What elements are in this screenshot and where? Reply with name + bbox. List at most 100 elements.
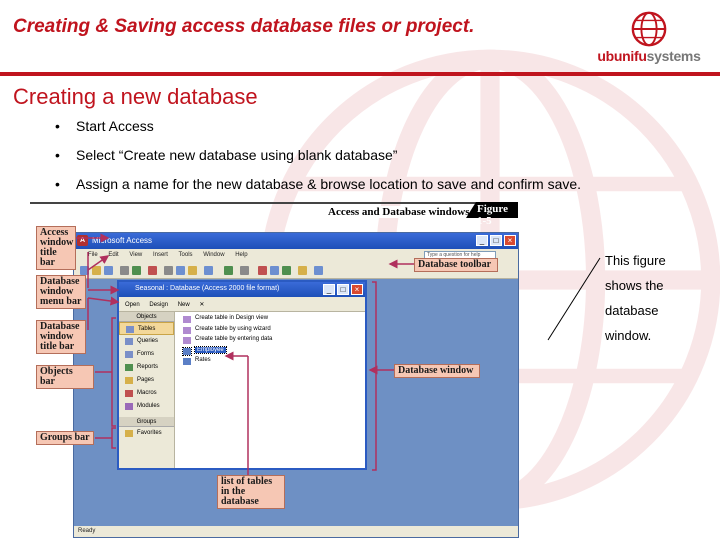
- open-button[interactable]: Open: [125, 302, 140, 308]
- office-links-icon[interactable]: [224, 266, 233, 275]
- new-icon[interactable]: [80, 266, 89, 275]
- objects-header[interactable]: Objects: [119, 312, 174, 322]
- table-icon: [182, 346, 192, 356]
- save-icon[interactable]: [104, 266, 113, 275]
- code-icon[interactable]: [258, 266, 267, 275]
- query-icon: [125, 338, 133, 345]
- minimize-icon[interactable]: _: [476, 235, 488, 246]
- form-icon: [125, 351, 133, 358]
- side-note: This figure shows the database window.: [605, 253, 666, 343]
- figure-header: Access and Database windows Figure 1-5: [30, 200, 518, 227]
- menu-insert[interactable]: Insert: [153, 252, 168, 258]
- figure-number: Figure 1-5: [477, 203, 508, 227]
- properties-icon[interactable]: [270, 266, 279, 275]
- bullet-mark: •: [55, 176, 60, 192]
- database-title-bar: Seasonal : Database (Access 2000 file fo…: [119, 282, 365, 297]
- callout-tables-list: list of tables in the database: [217, 475, 285, 509]
- callout-access-title: Access window title bar: [36, 226, 76, 270]
- object-label: Tables: [138, 326, 156, 332]
- list-item: • Start Access: [55, 118, 705, 147]
- db-maximize-icon[interactable]: □: [337, 284, 349, 295]
- object-label: Reports: [137, 364, 159, 370]
- db-close-icon[interactable]: ×: [351, 284, 363, 295]
- preview-icon[interactable]: [132, 266, 141, 275]
- bullet-text: Select “Create new database using blank …: [76, 147, 398, 163]
- object-modules[interactable]: Modules: [119, 400, 174, 413]
- open-icon[interactable]: [92, 266, 101, 275]
- callout-groups: Groups bar: [36, 431, 94, 445]
- cut-icon[interactable]: [164, 266, 173, 275]
- object-label: Modules: [137, 403, 160, 409]
- object-forms[interactable]: Forms: [119, 348, 174, 361]
- menu-file[interactable]: File: [88, 252, 98, 258]
- relationships-icon[interactable]: [282, 266, 291, 275]
- side-pointer-line: [547, 257, 601, 341]
- macro-icon: [125, 390, 133, 397]
- database-title: Seasonal : Database (Access 2000 file fo…: [135, 285, 280, 292]
- access-title-bar: A Microsoft Access _ □ ×: [74, 233, 518, 249]
- database-window: Seasonal : Database (Access 2000 file fo…: [117, 280, 367, 470]
- spelling-icon[interactable]: [148, 266, 157, 275]
- logo-text-systems: systems: [646, 48, 701, 64]
- object-tables[interactable]: Tables: [119, 322, 174, 335]
- object-label: Queries: [137, 338, 159, 344]
- close-icon[interactable]: ×: [504, 235, 516, 246]
- delete-icon[interactable]: ✕: [199, 302, 204, 308]
- new-object-icon[interactable]: [298, 266, 307, 275]
- analyze-icon[interactable]: [240, 266, 249, 275]
- new-button[interactable]: New: [178, 302, 190, 308]
- object-queries[interactable]: Queries: [119, 335, 174, 348]
- object-macros[interactable]: Macros: [119, 387, 174, 400]
- wizard-icon: [183, 337, 191, 344]
- list-item[interactable]: Rates: [181, 357, 363, 367]
- maximize-icon[interactable]: □: [490, 235, 502, 246]
- module-icon: [125, 403, 133, 410]
- callout-db-window: Database window: [394, 364, 480, 378]
- menu-help[interactable]: Help: [235, 252, 247, 258]
- report-icon: [125, 364, 133, 371]
- database-window-menu-bar: Open Design New ✕: [119, 297, 365, 312]
- object-label: Pages: [137, 377, 155, 383]
- object-label: Forms: [137, 351, 154, 357]
- bullet-text: Start Access: [76, 118, 154, 134]
- tables-list: Create table in Design view Create table…: [181, 315, 363, 368]
- menu-tools[interactable]: Tools: [179, 252, 193, 258]
- logo-text-ubunifu: ubunifu: [597, 48, 647, 64]
- figure-rule: [30, 202, 518, 204]
- callout-db-title: Database window title bar: [36, 320, 86, 354]
- list-item[interactable]: Create table by entering data: [181, 336, 363, 346]
- table-icon: [183, 358, 191, 365]
- header-divider: [0, 72, 720, 76]
- help-icon[interactable]: [314, 266, 323, 275]
- wizard-icon: [183, 326, 191, 334]
- list-item[interactable]: Employee: [181, 345, 363, 357]
- object-pages[interactable]: Pages: [119, 374, 174, 387]
- bullet-list: • Start Access • Select “Create new databa…: [55, 118, 705, 205]
- objects-bar: Objects Tables Queries Forms Reports Pag…: [119, 312, 175, 468]
- list-item[interactable]: Create table in Design view: [181, 315, 363, 325]
- copy-icon[interactable]: [176, 266, 185, 275]
- design-button[interactable]: Design: [149, 302, 168, 308]
- company-logo: ubunifusystems: [588, 10, 710, 70]
- logo-wordmark: ubunifusystems: [588, 48, 710, 64]
- menu-edit[interactable]: Edit: [108, 252, 118, 258]
- callout-objects: Objects bar: [36, 365, 94, 389]
- undo-icon[interactable]: [204, 266, 213, 275]
- favorites-icon: [125, 430, 133, 437]
- menu-window[interactable]: Window: [203, 252, 224, 258]
- menu-view[interactable]: View: [129, 252, 142, 258]
- print-icon[interactable]: [120, 266, 129, 275]
- slide-title: Creating & Saving access database files …: [13, 16, 475, 37]
- section-heading: Creating a new database: [13, 84, 258, 109]
- object-reports[interactable]: Reports: [119, 361, 174, 374]
- table-icon: [126, 326, 134, 333]
- groups-header[interactable]: Groups: [119, 417, 174, 427]
- callout-db-menu: Database window menu bar: [36, 275, 86, 309]
- access-key-icon: A: [77, 235, 88, 246]
- page-icon: [125, 377, 133, 384]
- group-favorites[interactable]: Favorites: [119, 427, 174, 440]
- bullet-mark: •: [55, 118, 60, 134]
- db-minimize-icon[interactable]: _: [323, 284, 335, 295]
- list-item[interactable]: Create table by using wizard: [181, 326, 363, 336]
- paste-icon[interactable]: [188, 266, 197, 275]
